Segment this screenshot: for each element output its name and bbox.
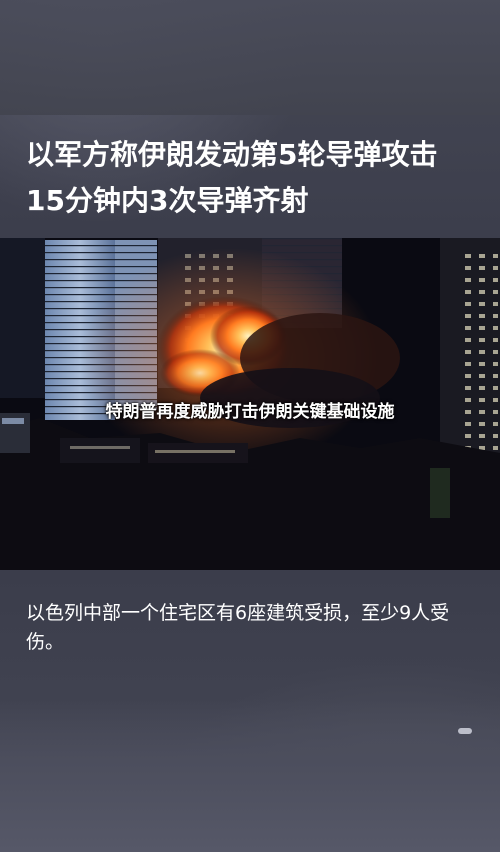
top-blurred-area xyxy=(0,0,500,115)
blurred-indicator xyxy=(458,728,472,734)
image-caption: 特朗普再度威胁打击伊朗关键基础设施 xyxy=(105,402,395,422)
article-body: 以色列中部一个住宅区有6座建筑受损，至少9人受伤。 xyxy=(26,602,450,653)
article-headline: 以军方称伊朗发动第5轮导弹攻击 15分钟内3次导弹齐射 xyxy=(26,138,438,217)
news-photo[interactable]: 特朗普再度威胁打击伊朗关键基础设施 xyxy=(0,238,500,570)
bottom-blurred-area xyxy=(0,700,500,852)
